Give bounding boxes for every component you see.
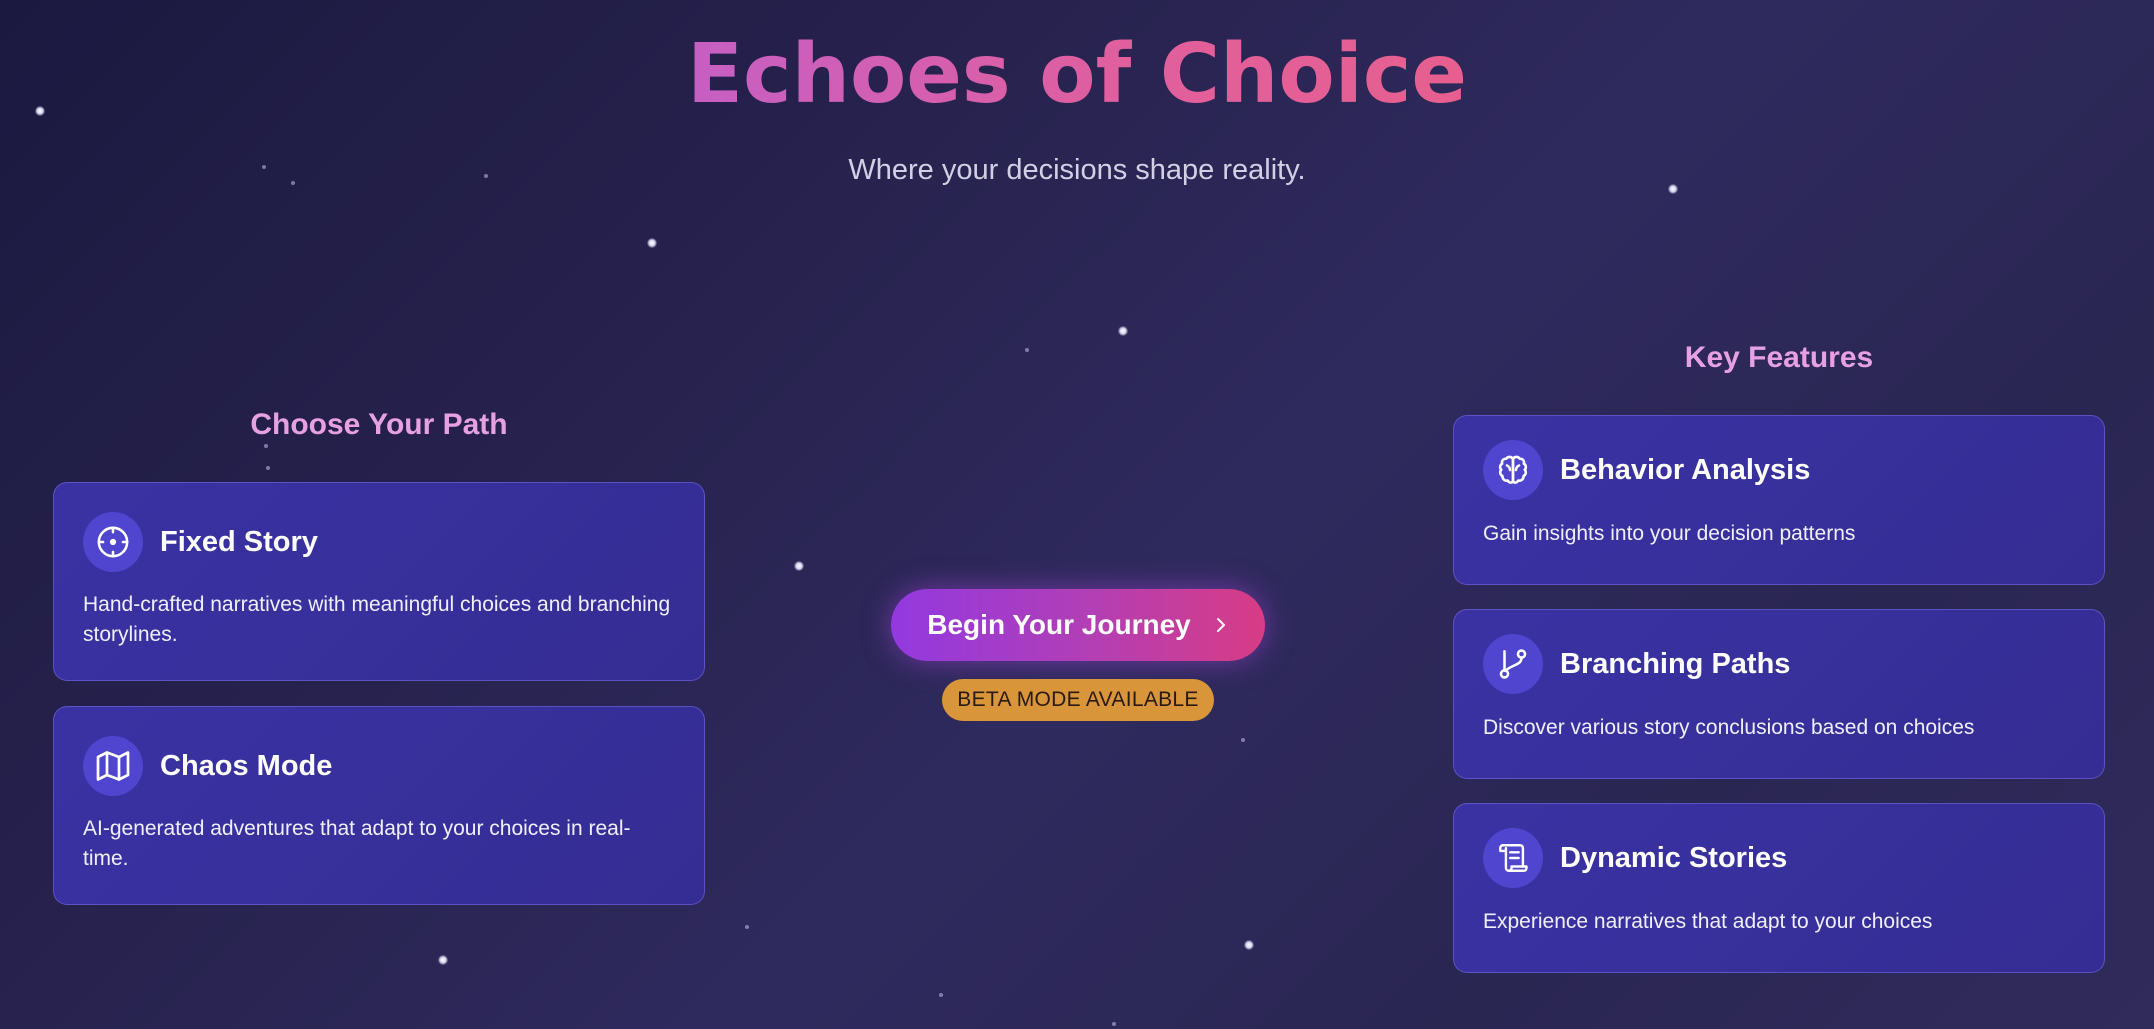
git-branch-icon: [1483, 634, 1543, 694]
path-card-chaos-mode[interactable]: Chaos Mode AI-generated adventures that …: [53, 706, 705, 905]
card-header: Fixed Story: [83, 512, 318, 572]
star: [264, 444, 268, 448]
feature-card-behavior-analysis[interactable]: Behavior Analysis Gain insights into you…: [1453, 415, 2105, 585]
star: [1112, 1022, 1116, 1026]
begin-journey-button[interactable]: Begin Your Journey: [891, 589, 1265, 661]
star: [1244, 940, 1254, 950]
feature-card-branching-paths[interactable]: Branching Paths Discover various story c…: [1453, 609, 2105, 779]
card-title: Branching Paths: [1560, 647, 1791, 680]
brain-icon: [1483, 440, 1543, 500]
star: [794, 561, 804, 571]
card-header: Dynamic Stories: [1483, 828, 1787, 888]
card-title: Fixed Story: [160, 525, 318, 558]
card-description: AI-generated adventures that adapt to yo…: [83, 817, 631, 870]
chevron-right-icon: [1213, 616, 1229, 634]
card-header: Chaos Mode: [83, 736, 332, 796]
card-title: Behavior Analysis: [1560, 453, 1811, 486]
choose-path-heading: Choose Your Path: [250, 408, 508, 441]
page-title: Echoes of Choice: [0, 20, 2154, 130]
page-title-text: Echoes of Choice: [686, 27, 1468, 122]
star: [939, 993, 943, 997]
card-description: Experience narratives that adapt to your…: [1483, 910, 1933, 933]
card-header: Behavior Analysis: [1483, 440, 1810, 500]
star: [266, 466, 270, 470]
card-description: Gain insights into your decision pattern…: [1483, 522, 1856, 545]
page-subtitle: Where your decisions shape reality.: [848, 154, 1306, 186]
star: [1241, 738, 1245, 742]
card-description: Hand-crafted narratives with meaningful …: [83, 593, 671, 646]
scroll-icon: [1483, 828, 1543, 888]
begin-journey-label: Begin Your Journey: [927, 609, 1191, 640]
key-features-heading: Key Features: [1684, 341, 1874, 374]
star: [1025, 348, 1029, 352]
map-icon: [83, 736, 143, 796]
card-title: Dynamic Stories: [1560, 841, 1788, 874]
compass-icon: [83, 512, 143, 572]
star: [647, 238, 657, 248]
beta-mode-badge: BETA MODE AVAILABLE: [942, 679, 1214, 721]
star: [1118, 326, 1128, 336]
star: [438, 955, 448, 965]
card-title: Chaos Mode: [160, 749, 333, 782]
card-header: Branching Paths: [1483, 634, 1790, 694]
path-card-fixed-story[interactable]: Fixed Story Hand-crafted narratives with…: [53, 482, 705, 681]
card-description: Discover various story conclusions based…: [1483, 716, 1975, 739]
feature-card-dynamic-stories[interactable]: Dynamic Stories Experience narratives th…: [1453, 803, 2105, 973]
star: [745, 925, 749, 929]
